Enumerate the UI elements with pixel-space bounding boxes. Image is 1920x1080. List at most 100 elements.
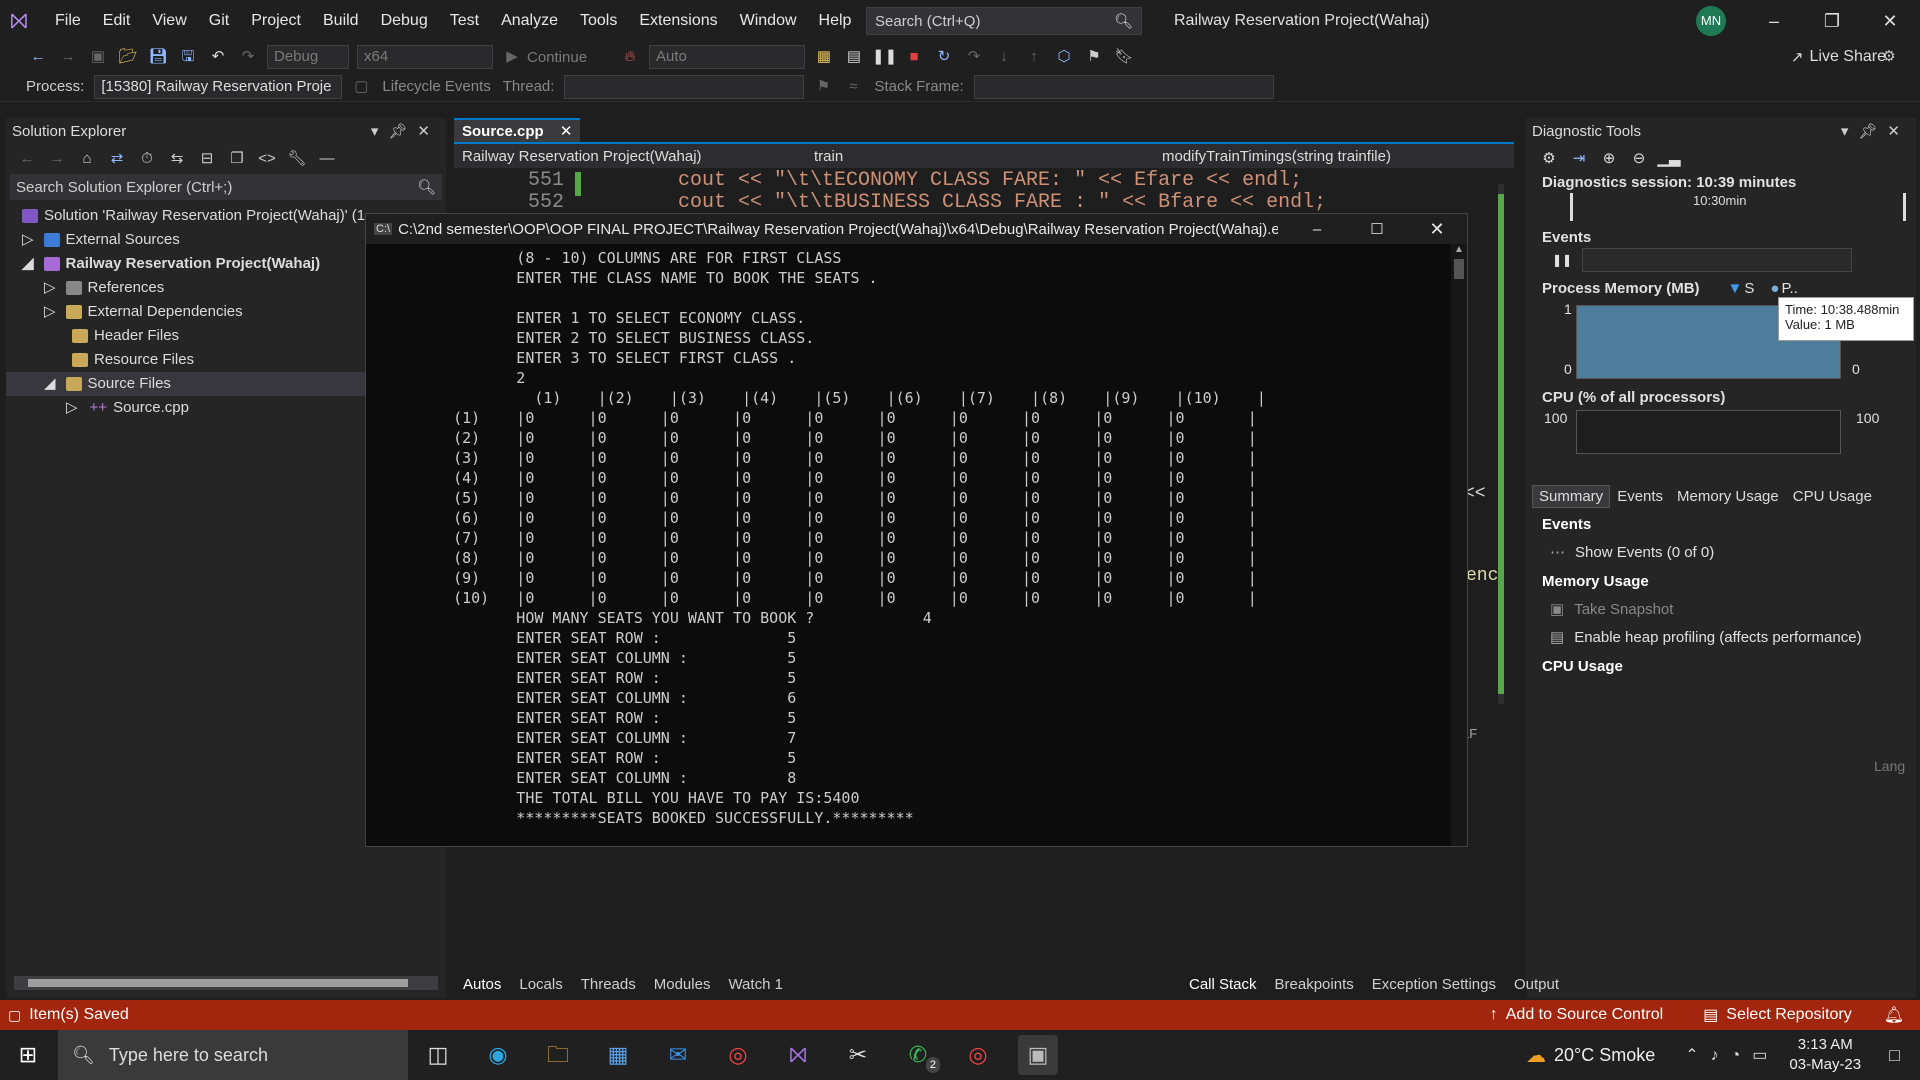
scrollbar-thumb[interactable] [1454,259,1464,279]
select-repository-button[interactable]: Select Repository [1726,1006,1851,1024]
menu-tools[interactable]: Tools [569,8,628,34]
zoom-out-icon[interactable]: ⊖ [1627,148,1651,170]
chrome-icon[interactable]: ◎ [718,1035,758,1075]
minimize-icon[interactable]: – [1287,221,1347,238]
live-share-icon[interactable]: ↗ [1791,48,1804,66]
process-select[interactable]: [15380] Railway Reservation Proje [94,74,343,99]
tab-summary[interactable]: Summary [1532,484,1611,508]
bookmark-icon[interactable]: 🔖︎ [1112,46,1136,68]
tab-cpu-usage[interactable]: CPU Usage [1786,485,1879,508]
step-out-icon[interactable]: ↑ [1022,46,1046,68]
chrome-profile-icon[interactable]: ◎ [958,1035,998,1075]
notifications-icon[interactable]: 🔔︎ [1884,1005,1904,1025]
sync-icon[interactable]: ⇆ [165,148,189,170]
nav-scope-select[interactable]: train [802,148,1150,165]
tab-breakpoints[interactable]: Breakpoints [1275,976,1354,993]
code-view-icon[interactable]: <> [255,148,279,170]
microsoft-store-icon[interactable]: ▦ [598,1035,638,1075]
flag-icon[interactable]: ⚑ [811,76,835,98]
forward-icon[interactable]: → [45,148,69,170]
preview-icon[interactable]: ― [315,148,339,170]
lifecycle-events-button[interactable]: Lifecycle Events [382,78,490,95]
redo-icon[interactable]: ↷ [236,46,260,68]
expand-icon[interactable]: ▷ [44,279,56,296]
menu-view[interactable]: View [141,8,197,34]
minimize-icon[interactable]: – [1754,8,1794,34]
mail-icon[interactable]: ✉ [658,1035,698,1075]
save-icon[interactable]: 💾︎ [146,46,170,68]
properties-icon[interactable]: 🔧︎ [285,148,309,170]
open-folder-icon[interactable]: 📂︎ [116,46,140,68]
tab-memory-usage[interactable]: Memory Usage [1670,485,1786,508]
solution-search-input[interactable]: Search Solution Explorer (Ctrl+;) 🔍︎ [10,174,442,200]
home-icon[interactable]: ⌂ [75,148,99,170]
menu-analyze[interactable]: Analyze [490,8,569,34]
back-icon[interactable]: ← [26,46,50,68]
restart-icon[interactable]: ↻ [932,46,956,68]
undo-icon[interactable]: ↶ [206,46,230,68]
cpu-section-title[interactable]: CPU (% of all processors) [1526,381,1916,406]
code-line-552[interactable]: 552 cout << "\t\tBUSINESS CLASS FARE : " … [454,192,1514,212]
expand-icon[interactable]: ▷ [22,231,34,248]
live-share-button[interactable]: Live Share [1810,48,1887,66]
menu-project[interactable]: Project [240,8,312,34]
tab-watch-1[interactable]: Watch 1 [728,976,782,993]
configuration-select[interactable]: Debug [267,45,349,69]
show-next-statement-icon[interactable]: ▤ [842,46,866,68]
nav-project-select[interactable]: Railway Reservation Project(Wahaj) [454,148,802,165]
add-to-source-control-button[interactable]: Add to Source Control [1506,1006,1663,1024]
show-events-link[interactable]: ⋯ Show Events (0 of 0) [1526,533,1916,561]
auto-select[interactable]: Auto [649,45,805,69]
take-snapshot-button[interactable]: ▣ Take Snapshot [1526,590,1916,618]
tab-locals[interactable]: Locals [519,976,562,993]
pin-icon[interactable]: ▾📌︎✕ [371,122,440,140]
hot-reload-icon[interactable]: 🔥︎ [618,46,642,68]
tab-threads[interactable]: Threads [581,976,636,993]
step-over-icon[interactable]: ↷ [962,46,986,68]
task-view-icon[interactable]: ◫ [418,1035,458,1075]
tab-events[interactable]: Events [1610,485,1670,508]
tab-call-stack[interactable]: Call Stack [1189,976,1257,993]
forward-icon[interactable]: → [56,46,80,68]
session-timeline[interactable]: 10:30min [1570,193,1906,221]
stack-frame-select[interactable] [973,74,1274,99]
thread-select[interactable] [564,74,805,99]
zoom-in-icon[interactable]: ⊕ [1597,148,1621,170]
switch-views-icon[interactable]: ⇄ [105,148,129,170]
nav-function-select[interactable]: modifyTrainTimings(string trainfile) [1150,148,1391,165]
feedback-icon[interactable]: ⚙ [1877,46,1901,68]
back-icon[interactable]: ← [15,148,39,170]
console-title-bar[interactable]: C:\ C:\2nd semester\OOP\OOP FINAL PROJEC… [366,214,1467,244]
horizontal-scrollbar[interactable] [14,976,438,990]
pending-changes-icon[interactable]: ⏱ [135,148,159,170]
menu-build[interactable]: Build [312,8,370,34]
close-icon[interactable]: ✕ [1870,8,1910,34]
new-project-icon[interactable]: ▣ [86,46,110,68]
menu-test[interactable]: Test [439,8,490,34]
menu-extensions[interactable]: Extensions [628,8,728,34]
platform-select[interactable]: x64 [357,45,493,69]
console-window[interactable]: C:\ C:\2nd semester\OOP\OOP FINAL PROJEC… [365,213,1468,847]
pause-icon[interactable]: ❚❚ [1552,253,1572,267]
editor-scrollbar[interactable] [1498,184,1504,704]
windows-start-icon[interactable]: ⊞ [8,1035,48,1075]
save-all-icon[interactable]: 🖫︎ [176,46,200,68]
tab-close-icon[interactable]: ✕ [560,123,573,140]
weather-text[interactable]: 20°C Smoke [1554,1045,1655,1066]
settings-icon[interactable]: ⚙ [1537,148,1561,170]
tab-modules[interactable]: Modules [654,976,711,993]
scroll-up-icon[interactable]: ▲ [1451,244,1467,255]
step-into-icon[interactable]: ↓ [992,46,1016,68]
system-tray-icons[interactable]: ⌃♪◔▭ [1685,1045,1779,1065]
expand-icon[interactable]: ▷ [44,303,56,320]
tab-output[interactable]: Output [1514,976,1559,993]
file-explorer-icon[interactable]: 🗀︎ [538,1035,578,1075]
menu-debug[interactable]: Debug [370,8,439,34]
tab-autos[interactable]: Autos [463,976,501,993]
console-scrollbar[interactable]: ▲ [1451,244,1467,846]
collapse-icon[interactable]: ◢ [22,255,34,272]
menu-help[interactable]: Help [808,8,863,34]
events-section-title[interactable]: Events [1526,221,1916,246]
heap-profiling-button[interactable]: ▤ Enable heap profiling (affects performa… [1526,618,1916,646]
pin-icon[interactable]: ▾📌︎✕ [1841,122,1910,140]
